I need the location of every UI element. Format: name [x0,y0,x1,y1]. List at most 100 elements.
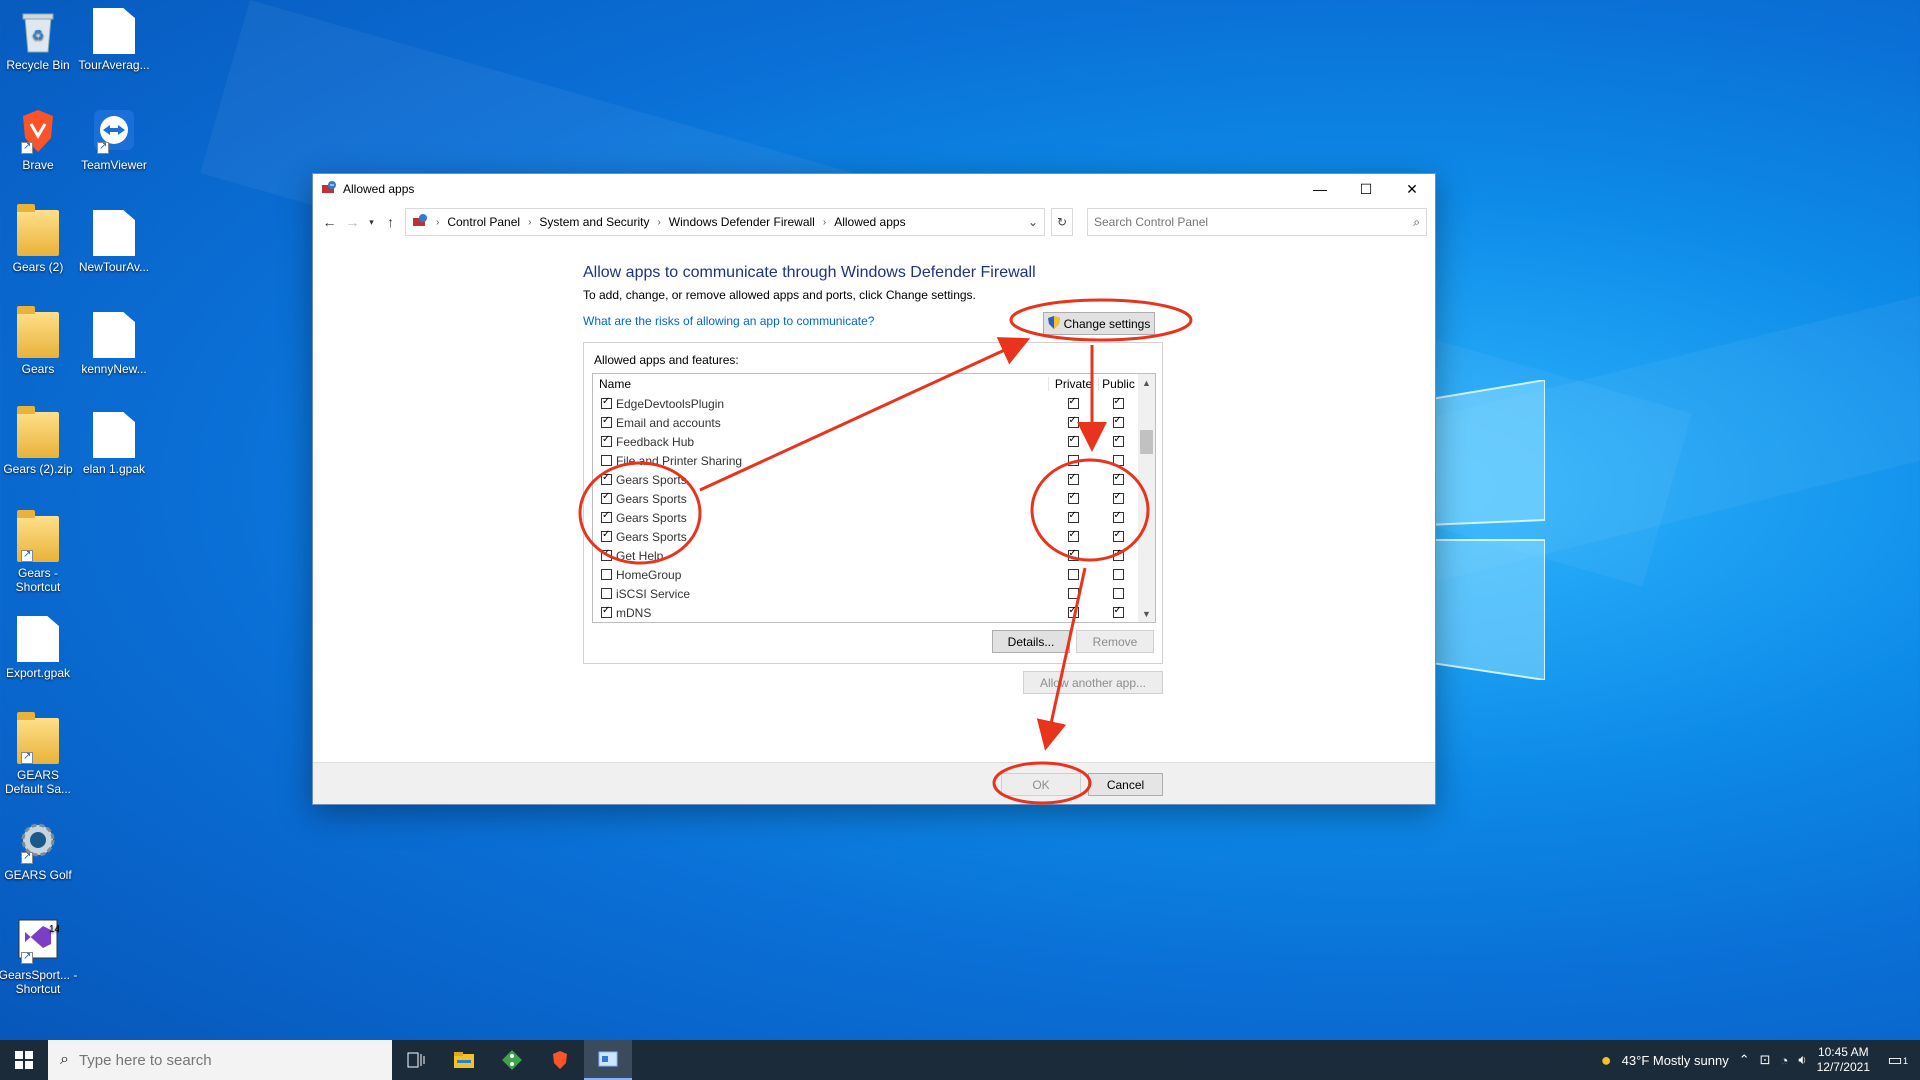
app-enabled-checkbox[interactable] [601,569,612,580]
meet-now-icon[interactable]: ⊡ [1760,1052,1771,1068]
taskbar-file-explorer[interactable] [440,1040,488,1080]
up-button[interactable]: ↑ [382,210,399,234]
address-dropdown-icon[interactable]: ⌄ [1028,215,1038,229]
list-item[interactable]: File and Printer Sharing [593,451,1138,470]
list-item[interactable]: Gears Sports [593,527,1138,546]
list-item[interactable]: EdgeDevtoolsPlugin [593,394,1138,413]
app-enabled-checkbox[interactable] [601,472,612,485]
public-checkbox[interactable] [1112,510,1124,523]
minimize-button[interactable]: — [1297,174,1343,204]
public-checkbox[interactable] [1112,472,1124,485]
private-checkbox[interactable] [1067,605,1079,618]
desktop-icon-gears-shortcut[interactable]: Gears - Shortcut [0,510,78,594]
list-item[interactable]: Gears Sports [593,489,1138,508]
list-item[interactable]: Get Help [593,546,1138,565]
private-checkbox[interactable] [1067,529,1079,542]
app-enabled-checkbox[interactable] [601,396,612,409]
list-item[interactable]: Gears Sports [593,470,1138,489]
app-enabled-checkbox[interactable] [601,491,612,504]
task-view-button[interactable] [392,1040,440,1080]
list-scrollbar[interactable]: ▲ ▼ [1138,374,1155,622]
allowed-apps-list[interactable]: Name Private Public EdgeDevtoolsPlugin Em… [592,373,1156,623]
taskbar-brave[interactable] [536,1040,584,1080]
private-checkbox[interactable] [1067,396,1079,409]
desktop-icon-gears-2[interactable]: Gears (2) [0,204,78,274]
show-hidden-icons-chevron-icon[interactable]: ⌃ [1739,1052,1750,1068]
column-header-private[interactable]: Private [1048,376,1098,391]
desktop-icon-brave[interactable]: Brave [0,108,78,172]
desktop-icon-touraverage[interactable]: TourAverag... [74,8,154,72]
scroll-down-arrow-icon[interactable]: ▼ [1138,605,1155,622]
app-enabled-checkbox[interactable] [601,510,612,523]
app-enabled-checkbox[interactable] [601,529,612,542]
change-settings-button[interactable]: Change settings [1043,312,1155,335]
list-item[interactable]: iSCSI Service [593,584,1138,603]
notifications-button[interactable]: ▭ 1 [1880,1050,1910,1070]
desktop-icon-teamviewer[interactable]: TeamViewer [74,108,154,172]
title-bar[interactable]: Allowed apps — ☐ ✕ [313,174,1435,204]
public-checkbox[interactable] [1112,569,1124,580]
start-button[interactable] [0,1040,48,1080]
app-enabled-checkbox[interactable] [601,605,612,618]
desktop-icon-gears-zip[interactable]: Gears (2).zip [0,406,78,476]
back-button[interactable]: ← [321,210,338,234]
network-icon[interactable]: ◔ [1781,1053,1789,1068]
desktop-icon-export-gpak[interactable]: Export.gpak [0,616,78,680]
private-checkbox[interactable] [1067,455,1079,466]
weather-widget[interactable]: 43°F Mostly sunny [1622,1053,1729,1068]
app-enabled-checkbox[interactable] [601,415,612,428]
desktop-icon-gearssport-shortcut[interactable]: 14 GearsSport... - Shortcut [0,918,78,996]
column-header-name[interactable]: Name [593,377,1048,391]
public-checkbox[interactable] [1112,415,1124,428]
breadcrumb-allowed-apps[interactable]: Allowed apps [834,215,905,229]
desktop-icon-newtourav[interactable]: NewTourAv... [74,210,154,274]
desktop-icon-gears[interactable]: Gears [0,306,78,376]
close-button[interactable]: ✕ [1389,174,1435,204]
desktop-icon-kennynew[interactable]: kennyNew... [74,312,154,376]
breadcrumb-firewall[interactable]: Windows Defender Firewall [669,215,815,229]
app-enabled-checkbox[interactable] [601,548,612,561]
breadcrumb-control-panel[interactable]: Control Panel [447,215,520,229]
private-checkbox[interactable] [1067,548,1079,561]
recent-locations-button[interactable]: ▾ [367,210,376,234]
private-checkbox[interactable] [1067,491,1079,504]
scroll-up-arrow-icon[interactable]: ▲ [1138,374,1155,391]
list-item[interactable]: Gears Sports [593,508,1138,527]
breadcrumb-system-security[interactable]: System and Security [539,215,649,229]
private-checkbox[interactable] [1067,472,1079,485]
scroll-thumb[interactable] [1140,430,1153,454]
taskbar-search[interactable]: ⌕ [48,1040,392,1080]
ok-button[interactable]: OK [1001,773,1081,796]
search-box[interactable]: ⌕ [1087,208,1427,236]
app-enabled-checkbox[interactable] [601,434,612,447]
app-enabled-checkbox[interactable] [601,455,612,466]
search-input[interactable] [1094,215,1414,229]
address-bar[interactable]: › Control Panel › System and Security › … [405,208,1045,236]
column-header-public[interactable]: Public [1098,376,1138,391]
taskbar-search-input[interactable] [78,1051,369,1069]
list-item[interactable]: mDNS [593,603,1138,622]
private-checkbox[interactable] [1067,510,1079,523]
desktop-icon-gears-default[interactable]: GEARS Default Sa... [0,712,78,796]
public-checkbox[interactable] [1112,529,1124,542]
taskbar-control-panel[interactable] [584,1040,632,1080]
public-checkbox[interactable] [1112,548,1124,561]
taskbar-git-app[interactable] [488,1040,536,1080]
taskbar-clock[interactable]: 10:45 AM 12/7/2021 [1817,1045,1870,1075]
allow-another-app-button[interactable]: Allow another app... [1023,671,1163,694]
private-checkbox[interactable] [1067,588,1079,599]
public-checkbox[interactable] [1112,434,1124,447]
volume-icon[interactable]: 🔉︎ [1798,1052,1806,1068]
private-checkbox[interactable] [1067,569,1079,580]
private-checkbox[interactable] [1067,415,1079,428]
public-checkbox[interactable] [1112,605,1124,618]
public-checkbox[interactable] [1112,455,1124,466]
risks-link[interactable]: What are the risks of allowing an app to… [583,314,874,328]
list-item[interactable]: Feedback Hub [593,432,1138,451]
refresh-button[interactable]: ↻ [1051,208,1073,236]
search-icon[interactable]: ⌕ [1413,215,1420,230]
desktop-icon-gears-golf[interactable]: GEARS Golf [0,818,78,882]
desktop-icon-recycle-bin[interactable]: ♻ Recycle Bin [0,8,78,72]
app-enabled-checkbox[interactable] [601,588,612,599]
desktop-icon-elan-gpak[interactable]: elan 1.gpak [74,412,154,476]
